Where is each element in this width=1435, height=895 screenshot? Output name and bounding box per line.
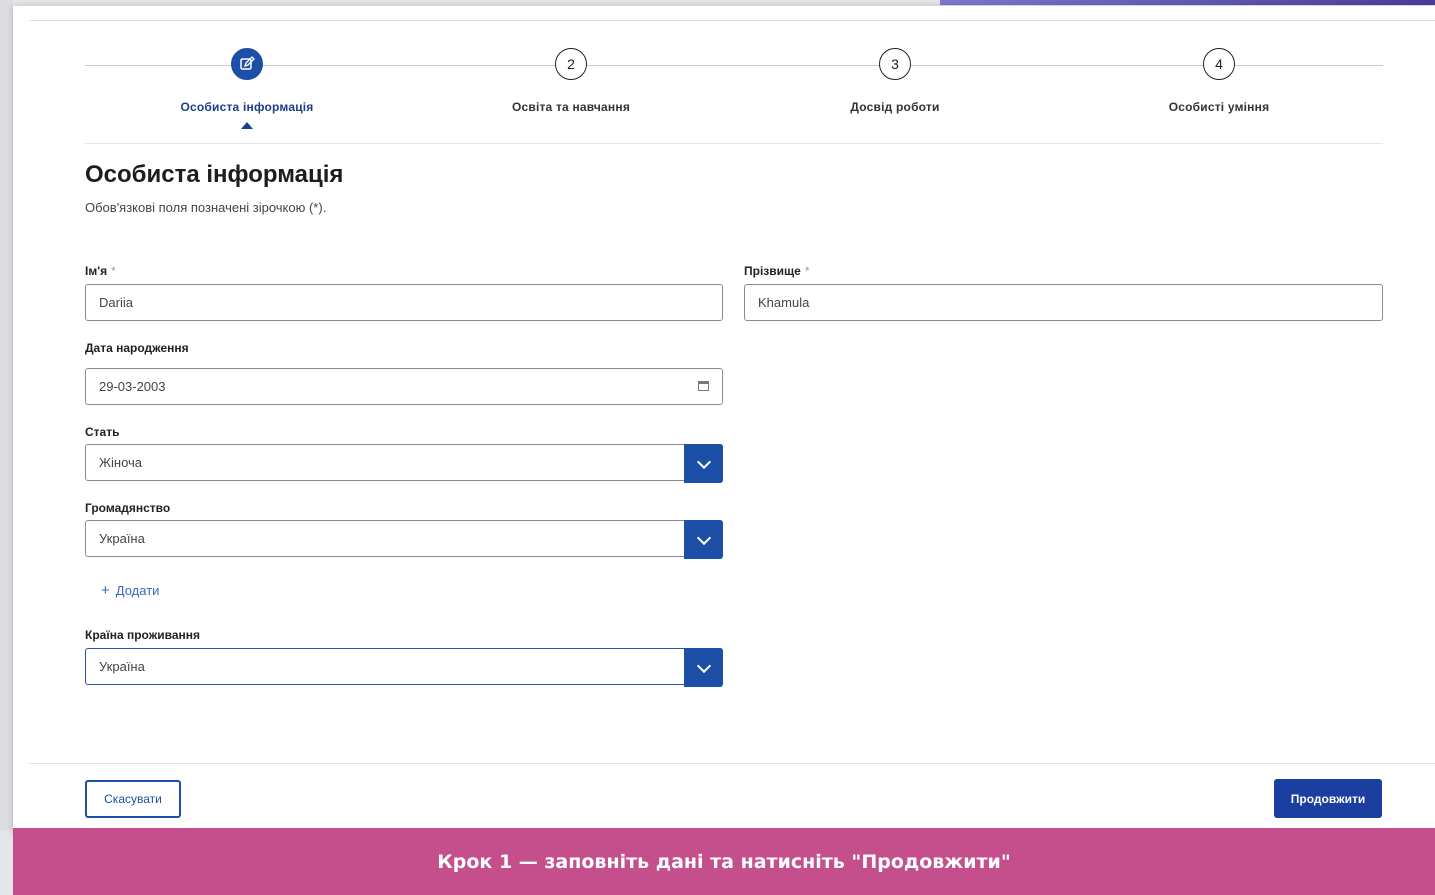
plus-icon: + [101, 582, 110, 599]
chevron-down-icon [696, 454, 711, 469]
continue-button[interactable]: Продовжити [1274, 779, 1382, 818]
residence-dropdown-button[interactable] [684, 648, 723, 687]
stepper-divider [85, 143, 1383, 144]
last-name-input[interactable]: Khamula [744, 284, 1383, 321]
gender-select[interactable]: Жіноча [85, 444, 723, 483]
step-2-circle: 2 [555, 48, 587, 80]
step-4-label: Особисті уміння [1168, 100, 1270, 114]
form-card: Особиста інформація 2 Освіта та навчання… [13, 6, 1435, 836]
citizenship-dropdown-button[interactable] [684, 520, 723, 559]
calendar-icon[interactable] [698, 381, 709, 391]
residence-label: Країна проживання [85, 628, 200, 642]
last-name-label-text: Прізвище [744, 264, 801, 278]
footer-divider [29, 763, 1435, 764]
step-2-label: Освіта та навчання [511, 100, 631, 114]
citizenship-select[interactable]: Україна [85, 520, 723, 559]
step-1-circle [231, 48, 263, 80]
left-edge [0, 0, 13, 830]
page-title: Особиста інформація [85, 161, 344, 188]
step-education[interactable]: 2 Освіта та навчання [421, 48, 721, 114]
residence-select[interactable]: Україна [85, 648, 723, 687]
gender-label: Стать [85, 425, 120, 439]
step-personal-skills[interactable]: 4 Особисті уміння [1069, 48, 1369, 114]
first-name-value: Dariia [99, 295, 133, 310]
birth-date-label: Дата народження [85, 341, 189, 355]
instruction-banner: Крок 1 — заповніть дані та натисніть "Пр… [13, 828, 1435, 895]
add-link-label: Додати [115, 583, 160, 598]
birth-date-input[interactable]: 29-03-2003 [85, 368, 723, 405]
active-step-caret [241, 122, 253, 129]
card-top-divider [29, 20, 1435, 21]
instruction-banner-text: Крок 1 — заповніть дані та натисніть "Пр… [437, 850, 1011, 873]
add-citizenship-link[interactable]: + Додати [101, 582, 159, 599]
last-name-label: Прізвище * [744, 264, 809, 278]
required-asterisk: * [111, 264, 116, 278]
birth-date-value: 29-03-2003 [99, 379, 166, 394]
top-accent-bar [940, 0, 1435, 5]
step-personal-info[interactable]: Особиста інформація [97, 48, 397, 129]
step-work-experience[interactable]: 3 Досвід роботи [745, 48, 1045, 114]
first-name-input[interactable]: Dariia [85, 284, 723, 321]
edit-icon [240, 56, 255, 70]
cancel-button[interactable]: Скасувати [85, 780, 181, 818]
residence-value: Україна [99, 659, 145, 674]
step-3-label: Досвід роботи [850, 100, 940, 114]
step-3-circle: 3 [879, 48, 911, 80]
gender-dropdown-button[interactable] [684, 444, 723, 483]
step-4-circle: 4 [1203, 48, 1235, 80]
last-name-value: Khamula [758, 295, 810, 310]
chevron-down-icon [696, 530, 711, 545]
citizenship-label: Громадянство [85, 501, 171, 515]
citizenship-value: Україна [99, 531, 145, 546]
required-fields-note: Обов'язкові поля позначені зірочкою (*). [85, 200, 327, 215]
step-1-label: Особиста інформація [180, 100, 314, 114]
gender-value: Жіноча [99, 455, 143, 470]
required-asterisk: * [804, 264, 810, 278]
first-name-label: Ім'я * [85, 264, 116, 278]
first-name-label-text: Ім'я [85, 264, 108, 278]
chevron-down-icon [696, 658, 711, 673]
